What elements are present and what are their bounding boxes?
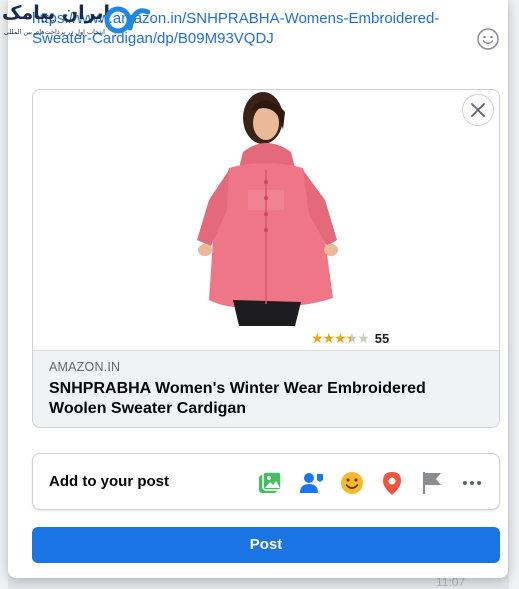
emoji-picker-icon[interactable] <box>476 27 500 51</box>
add-to-post-bar: Add to your post <box>32 453 500 510</box>
rating-stars-icon: ★★★★★★ <box>311 330 370 346</box>
link-preview-card[interactable]: ★★★★★★ 55 AMAZON.IN SNHPRABHA Women's Wi… <box>32 89 500 428</box>
close-preview-button[interactable] <box>462 94 494 126</box>
preview-title[interactable]: SNHPRABHA Women's Winter Wear Embroidere… <box>49 379 483 419</box>
background-right <box>509 0 519 589</box>
photo-video-icon[interactable] <box>257 470 283 496</box>
review-count: 55 <box>374 331 390 346</box>
background-left <box>0 0 8 589</box>
watermark-logo: ایران پیامک انتخاب اول در پرداخت‌های بین… <box>0 0 152 44</box>
more-icon[interactable] <box>459 470 485 496</box>
feeling-icon[interactable] <box>339 470 365 496</box>
check-in-icon[interactable] <box>379 470 405 496</box>
preview-domain: AMAZON.IN <box>49 360 121 374</box>
flag-icon[interactable] <box>419 470 445 496</box>
close-icon <box>471 103 485 117</box>
product-rating: ★★★★★★ 55 <box>311 330 389 347</box>
link-preview-meta: AMAZON.IN SNHPRABHA Women's Winter Wear … <box>33 350 499 427</box>
logo-subtitle: انتخاب اول در پرداخت‌های بین المللی <box>4 28 105 36</box>
tag-people-icon[interactable] <box>299 470 325 496</box>
product-image <box>33 90 499 350</box>
logo-text: ایران پیامک <box>2 2 111 24</box>
add-to-post-label: Add to your post <box>49 473 169 490</box>
logo-icon <box>104 6 150 34</box>
post-button[interactable]: Post <box>32 527 500 563</box>
create-post-dialog: https://www.amazon.in/SNHPRABHA-Womens-E… <box>8 0 508 578</box>
